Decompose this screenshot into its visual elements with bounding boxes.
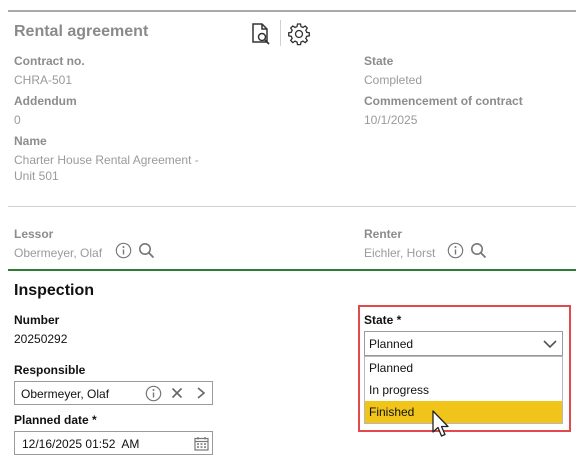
responsible-field[interactable]: Obermeyer, Olaf bbox=[14, 381, 213, 405]
inspection-title: Inspection bbox=[14, 282, 95, 299]
addendum-value: 0 bbox=[14, 113, 21, 127]
renter-info-icon[interactable] bbox=[446, 241, 464, 259]
lessor-search-icon[interactable] bbox=[137, 241, 155, 259]
planned-date-value: 12/16/2025 01:52 AM bbox=[22, 437, 140, 451]
addendum-label: Addendum bbox=[14, 94, 77, 108]
renter-search-icon[interactable] bbox=[469, 241, 487, 259]
responsible-label: Responsible bbox=[14, 363, 86, 377]
state-dropdown-list: Planned In progress Finished bbox=[364, 356, 563, 424]
contract-state-value: Completed bbox=[364, 73, 423, 87]
planned-date-label: Planned date * bbox=[14, 413, 97, 427]
chevron-down-icon[interactable] bbox=[542, 336, 558, 352]
top-divider bbox=[8, 10, 576, 12]
number-label: Number bbox=[14, 313, 60, 327]
name-value-line2: Unit 501 bbox=[14, 169, 59, 183]
contract-state-label: State bbox=[364, 54, 394, 68]
commencement-label: Commencement of contract bbox=[364, 94, 523, 108]
page-title: Rental agreement bbox=[14, 23, 149, 40]
state-option-in-progress[interactable]: In progress bbox=[365, 379, 562, 401]
section-divider bbox=[8, 206, 576, 207]
contract-no-label: Contract no. bbox=[14, 54, 85, 68]
state-option-planned[interactable]: Planned bbox=[365, 357, 562, 379]
name-value-line1: Charter House Rental Agreement - bbox=[14, 153, 199, 167]
toolbar-separator bbox=[280, 20, 281, 46]
planned-date-field[interactable]: 12/16/2025 01:52 AM bbox=[14, 431, 213, 455]
number-value: 20250292 bbox=[14, 332, 68, 346]
renter-label: Renter bbox=[364, 227, 403, 241]
mouse-cursor-icon bbox=[432, 410, 449, 437]
state-select-value: Planned bbox=[369, 337, 414, 351]
responsible-value: Obermeyer, Olaf bbox=[21, 387, 110, 401]
lessor-label: Lessor bbox=[14, 227, 54, 241]
gear-icon[interactable] bbox=[286, 20, 312, 48]
inspection-state-label: State * bbox=[364, 313, 402, 327]
clear-icon[interactable] bbox=[168, 384, 186, 402]
chevron-right-icon[interactable] bbox=[192, 384, 210, 402]
name-label: Name bbox=[14, 134, 47, 148]
document-search-icon[interactable] bbox=[248, 20, 274, 48]
state-select[interactable]: Planned bbox=[364, 331, 563, 356]
contract-no-value: CHRA-501 bbox=[14, 73, 73, 87]
responsible-info-icon[interactable] bbox=[144, 384, 162, 402]
inspection-divider bbox=[8, 269, 576, 271]
calendar-icon[interactable] bbox=[192, 434, 210, 452]
renter-value: Eichler, Horst bbox=[364, 246, 436, 260]
commencement-value: 10/1/2025 bbox=[364, 113, 418, 127]
lessor-info-icon[interactable] bbox=[114, 241, 132, 259]
lessor-value: Obermeyer, Olaf bbox=[14, 246, 103, 260]
state-option-finished[interactable]: Finished bbox=[365, 401, 562, 423]
